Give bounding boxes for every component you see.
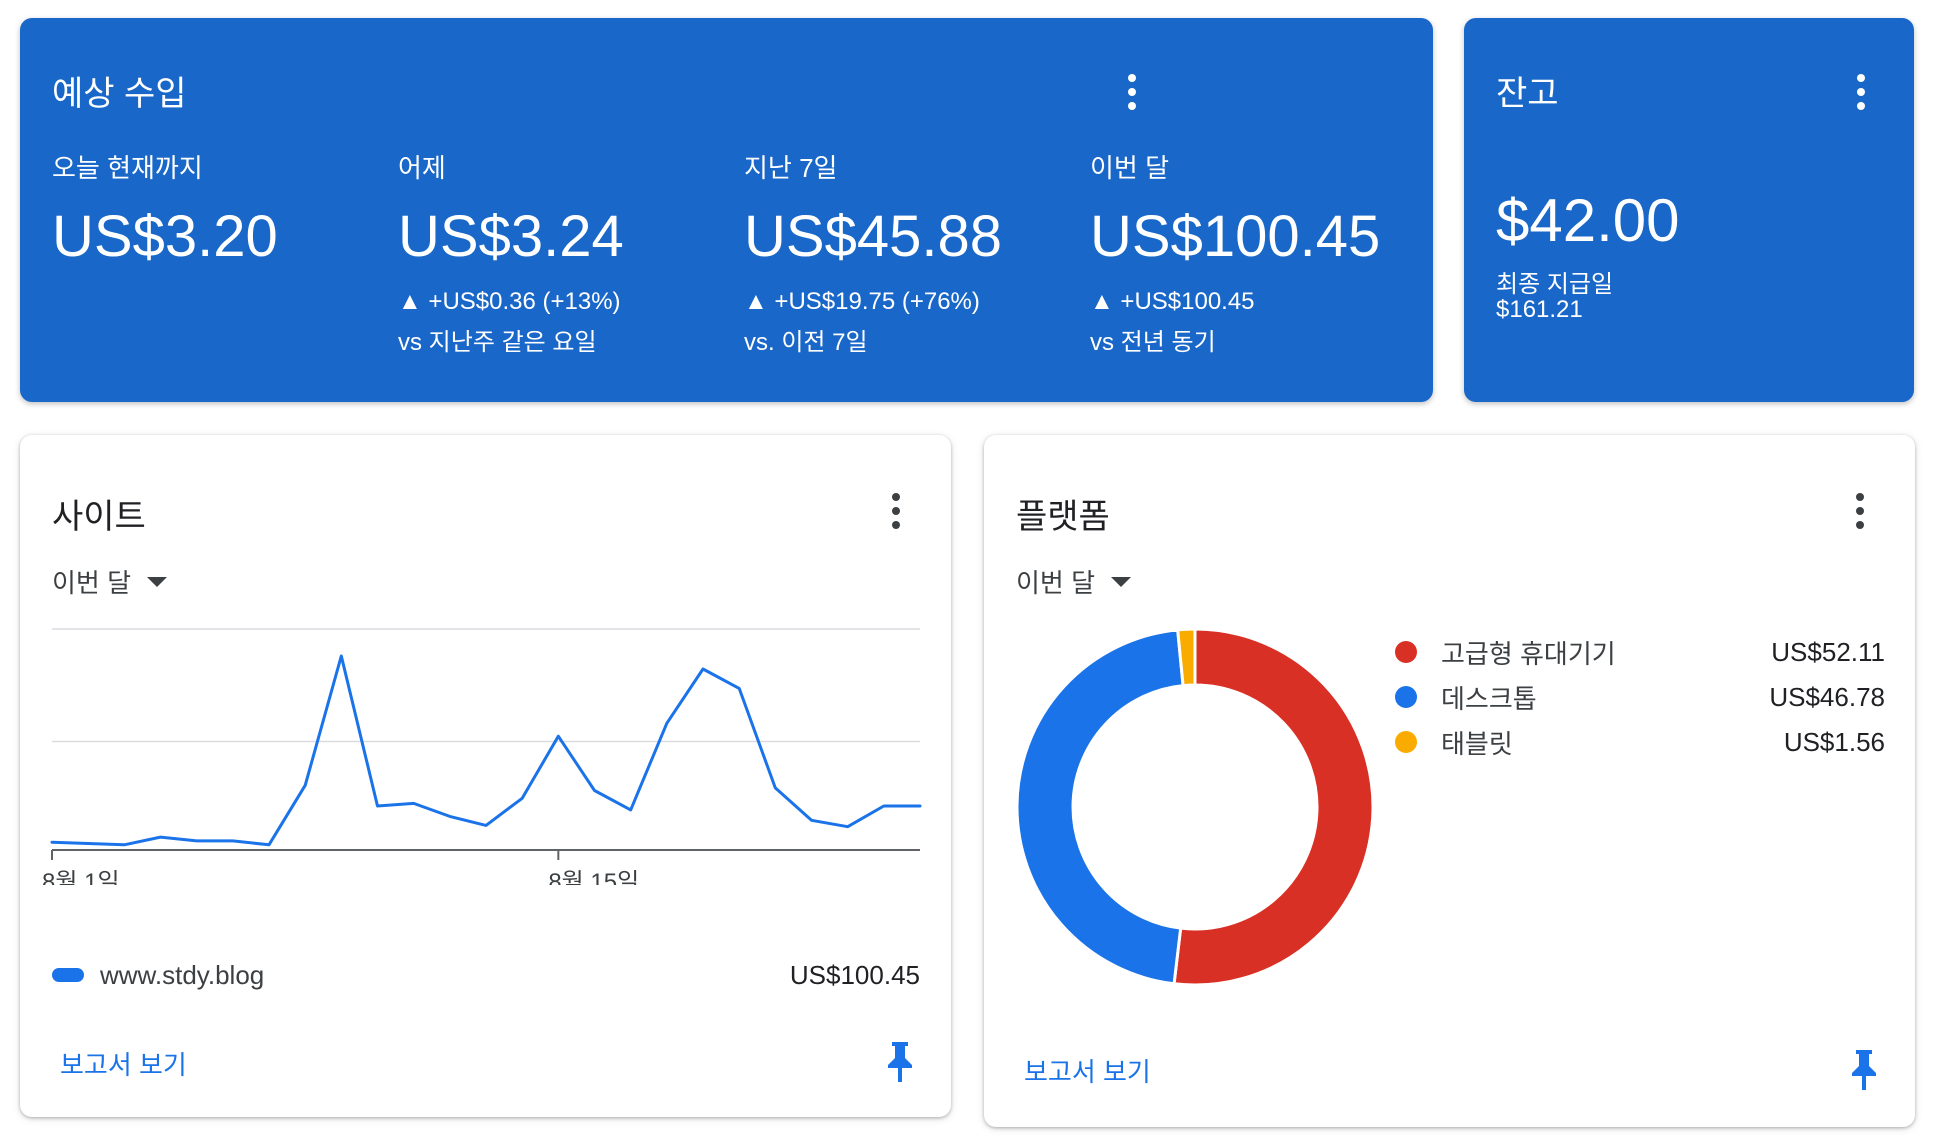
metric-change: ▲ +US$19.75 (+76%)	[744, 288, 980, 315]
earnings-title: 예상 수입	[52, 75, 187, 113]
period-label: 이번 달	[1016, 568, 1095, 598]
legend-dot	[1395, 686, 1417, 708]
metric-change: ▲ +US$100.45	[1090, 288, 1255, 315]
sites-more-icon[interactable]	[892, 493, 900, 529]
metric-last-7-days: 지난 7일 US$45.88 ▲ +US$19.75 (+76%) vs. 이전…	[744, 148, 1002, 357]
earnings-more-icon[interactable]	[1128, 74, 1136, 110]
pin-icon[interactable]	[1849, 1048, 1879, 1092]
legend-name: 태블릿	[1441, 728, 1513, 759]
metric-value: US$100.45	[1090, 204, 1381, 269]
legend-dot	[1395, 641, 1417, 663]
metric-label: 오늘 현재까지	[52, 153, 203, 183]
balance-card: 잔고 $42.00 최종 지급일 $161.21	[1464, 18, 1914, 402]
balance-value: $42.00	[1496, 187, 1680, 254]
metric-note: vs 지난주 같은 요일	[398, 329, 597, 356]
last-payment-amount: $161.21	[1496, 296, 1583, 323]
metric-label: 지난 7일	[744, 153, 838, 183]
series-swatch	[52, 968, 84, 982]
period-label: 이번 달	[52, 568, 131, 598]
chevron-down-icon	[1110, 576, 1131, 587]
legend-dot	[1395, 731, 1417, 753]
sites-period-dropdown[interactable]: 이번 달	[52, 563, 167, 600]
legend-name: 고급형 휴대기기	[1441, 638, 1616, 669]
sites-legend-row: www.stdy.blog US$100.45	[52, 955, 920, 995]
x-tick-label: 8월 15일	[548, 869, 639, 885]
x-tick-label: 8월 1일	[42, 869, 120, 885]
legend-value: US$1.56	[1783, 726, 1885, 757]
balance-title: 잔고	[1496, 75, 1559, 113]
platform-legend-item: 고급형 휴대기기 US$52.11	[1395, 632, 1885, 672]
metric-note: vs. 이전 7일	[744, 329, 868, 356]
balance-more-icon[interactable]	[1857, 74, 1865, 110]
pin-icon[interactable]	[885, 1040, 915, 1084]
legend-name: 데스크톱	[1441, 683, 1537, 714]
metric-today: 오늘 현재까지 US$3.20	[52, 148, 278, 270]
platform-period-dropdown[interactable]: 이번 달	[1016, 563, 1131, 600]
donut-slice	[1172, 627, 1375, 987]
site-name: www.stdy.blog	[100, 959, 265, 990]
platform-legend-item: 데스크톱 US$46.78	[1395, 677, 1885, 717]
metric-yesterday: 어제 US$3.24 ▲ +US$0.36 (+13%) vs 지난주 같은 요…	[398, 148, 624, 357]
legend-value: US$52.11	[1771, 636, 1885, 667]
site-value: US$100.45	[789, 959, 920, 990]
metric-change: ▲ +US$0.36 (+13%)	[398, 288, 621, 315]
platform-legend-item: 태블릿 US$1.56	[1395, 722, 1885, 762]
sites-card: 사이트 이번 달 8월 1일 8월 15일 www.stdy.blog US$10…	[20, 435, 951, 1117]
metric-label: 어제	[398, 153, 446, 183]
platform-more-icon[interactable]	[1856, 493, 1864, 529]
platform-view-report-link[interactable]: 보고서 보기	[1024, 1052, 1151, 1089]
platform-donut-chart	[1015, 627, 1375, 987]
sites-line-chart: 8월 1일 8월 15일	[42, 628, 922, 885]
metric-this-month: 이번 달 US$100.45 ▲ +US$100.45 vs 전년 동기	[1090, 148, 1380, 357]
sites-title: 사이트	[52, 498, 146, 536]
estimated-earnings-card: 예상 수입 오늘 현재까지 US$3.20 어제 US$3.24 ▲ +US$0…	[20, 18, 1433, 402]
metric-label: 이번 달	[1090, 153, 1169, 183]
metric-value: US$45.88	[744, 204, 1002, 269]
chevron-down-icon	[146, 576, 167, 587]
legend-value: US$46.78	[1769, 681, 1885, 712]
metric-value: US$3.24	[398, 204, 624, 269]
platform-title: 플랫폼	[1016, 498, 1110, 536]
metric-note: vs 전년 동기	[1090, 329, 1216, 356]
sites-view-report-link[interactable]: 보고서 보기	[60, 1045, 187, 1082]
metric-value: US$3.20	[52, 204, 278, 269]
donut-slice	[1015, 628, 1185, 986]
series-line	[50, 654, 922, 847]
last-payment-label: 최종 지급일	[1496, 271, 1614, 298]
